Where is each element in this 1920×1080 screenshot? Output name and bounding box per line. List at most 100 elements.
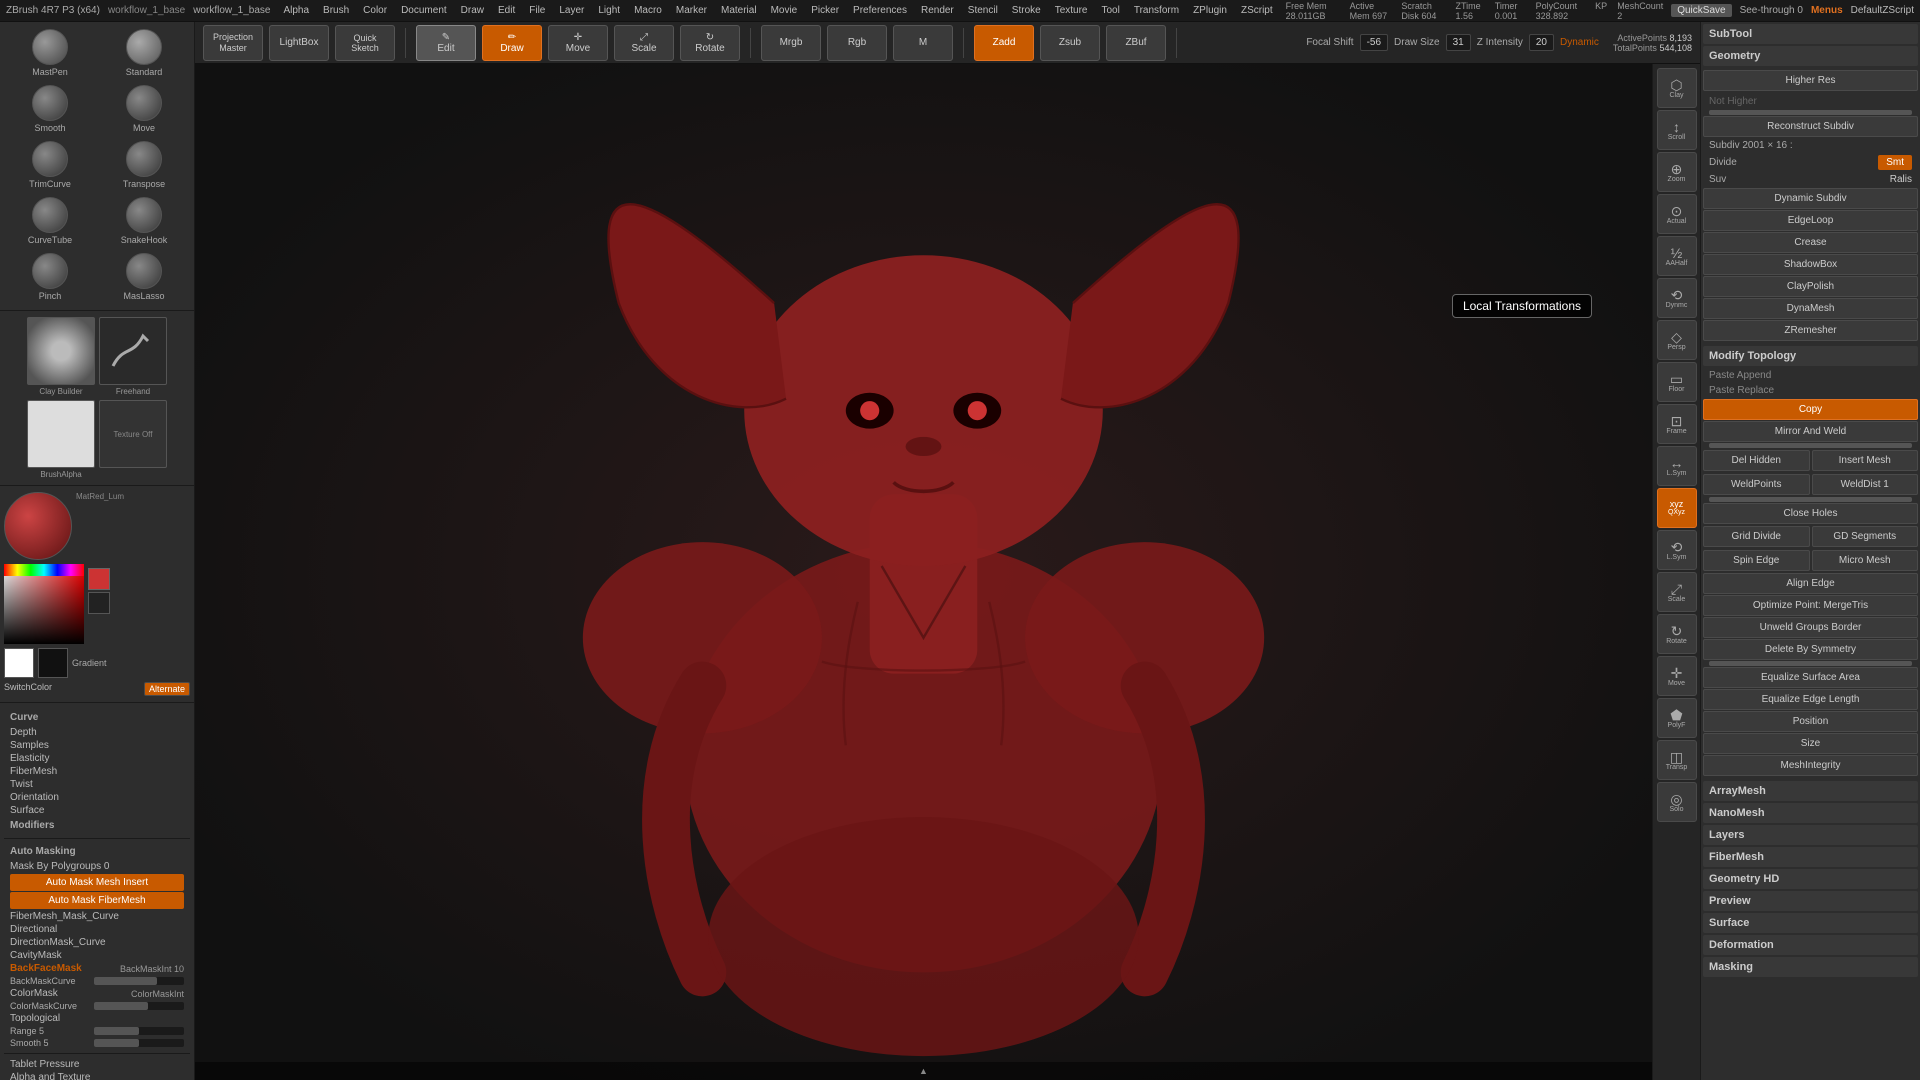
tablet-pressure-row[interactable]: Tablet Pressure (10, 1058, 184, 1071)
dynamesh-button[interactable]: DynaMesh (1703, 298, 1918, 319)
geometry-hd-section[interactable]: Geometry HD (1703, 869, 1918, 889)
weld-dist-button[interactable]: WeldDist 1 (1812, 474, 1919, 495)
menu-texture[interactable]: Texture (1050, 4, 1093, 17)
depth-row[interactable]: Depth (10, 726, 184, 739)
menu-marker[interactable]: Marker (671, 4, 712, 17)
brush-standard[interactable]: Standard (98, 26, 190, 80)
geometry-section[interactable]: Geometry (1703, 46, 1918, 66)
dynamic-label[interactable]: Dynamic (1560, 37, 1599, 48)
smooth-row[interactable]: Smooth 5 (10, 1037, 184, 1049)
menu-tool[interactable]: Tool (1097, 4, 1125, 17)
menu-document[interactable]: Document (396, 4, 452, 17)
menu-light[interactable]: Light (593, 4, 625, 17)
brush-maslasso[interactable]: MasLasso (98, 250, 190, 304)
subtool-section[interactable]: SubTool (1703, 24, 1918, 44)
lsym2-btn[interactable]: ⟲ L.Sym (1657, 530, 1697, 570)
higher-res-button[interactable]: Higher Res (1703, 70, 1918, 91)
solo-btn[interactable]: ◎ Solo (1657, 782, 1697, 822)
lsym-btn[interactable]: ↔ L.Sym (1657, 446, 1697, 486)
copy-button[interactable]: Copy (1703, 399, 1918, 420)
fibermesh-mask-curve-row[interactable]: FiberMesh_Mask_Curve (10, 910, 184, 923)
brush-trimcurve[interactable]: TrimCurve (4, 138, 96, 192)
brush-alpha-preview[interactable] (27, 400, 95, 468)
auto-mask-mesh-insert-btn[interactable]: Auto Mask Mesh Insert (10, 874, 184, 891)
menu-draw[interactable]: Draw (456, 4, 489, 17)
frame-btn[interactable]: ⊡ Frame (1657, 404, 1697, 444)
menu-edit[interactable]: Edit (493, 4, 520, 17)
clay-builder-preview[interactable] (27, 317, 95, 385)
weld-points-button[interactable]: WeldPoints (1703, 474, 1810, 495)
size-button[interactable]: Size (1703, 733, 1918, 754)
elasticity-row[interactable]: Elasticity (10, 752, 184, 765)
brush-transpose[interactable]: Transpose (98, 138, 190, 192)
optimize-button[interactable]: Optimize Point: MergeTris (1703, 595, 1918, 616)
orientation-row[interactable]: Orientation (10, 791, 184, 804)
unweld-border-button[interactable]: Unweld Groups Border (1703, 617, 1918, 638)
menu-picker[interactable]: Picker (806, 4, 844, 17)
array-mesh-section[interactable]: ArrayMesh (1703, 781, 1918, 801)
mask-by-polygroups-row[interactable]: Mask By Polygroups 0 (10, 860, 184, 873)
brush-pinch[interactable]: Pinch (4, 250, 96, 304)
focal-shift-value[interactable]: -56 (1360, 34, 1388, 51)
colormask-row[interactable]: ColorMask ColorMaskInt (10, 987, 184, 1000)
menu-zscript[interactable]: ZScript (1236, 4, 1278, 17)
weld-slider[interactable] (1709, 497, 1912, 502)
mesh-integrity-button[interactable]: MeshIntegrity (1703, 755, 1918, 776)
menu-file[interactable]: File (524, 4, 550, 17)
scroll-btn[interactable]: ↕ Scroll (1657, 110, 1697, 150)
dynamic-btn[interactable]: ⟲ Dynmc (1657, 278, 1697, 318)
twist-row[interactable]: Twist (10, 778, 184, 791)
align-edge-button[interactable]: Align Edge (1703, 573, 1918, 594)
edit-button[interactable]: ✎ Edit (416, 25, 476, 61)
projection-master-button[interactable]: Projection Master (203, 25, 263, 61)
surface-section[interactable]: Surface (1703, 913, 1918, 933)
layers-section[interactable]: Layers (1703, 825, 1918, 845)
topological-row[interactable]: Topological (10, 1012, 184, 1025)
brush-snakehook[interactable]: SnakeHook (98, 194, 190, 248)
edgeloop-button[interactable]: EdgeLoop (1703, 210, 1918, 231)
del-hidden-button[interactable]: Del Hidden (1703, 450, 1810, 471)
deformation-section[interactable]: Deformation (1703, 935, 1918, 955)
actual-btn[interactable]: ⊙ Actual (1657, 194, 1697, 234)
rgb-button[interactable]: Rgb (827, 25, 887, 61)
insert-mesh-button[interactable]: Insert Mesh (1812, 450, 1919, 471)
menu-macro[interactable]: Macro (629, 4, 667, 17)
switchcolor-label[interactable]: SwitchColor (4, 682, 140, 696)
fibermesh-section[interactable]: FiberMesh (1703, 847, 1918, 867)
smt-button[interactable]: Smt (1878, 155, 1912, 170)
symmetry-slider[interactable] (1709, 661, 1912, 666)
backfacemask-row[interactable]: BackFaceMask BackMaskInt 10 (10, 962, 184, 975)
position-button[interactable]: Position (1703, 711, 1918, 732)
scale-button[interactable]: ⤢ Scale (614, 25, 674, 61)
menu-color[interactable]: Color (358, 4, 392, 17)
alpha-and-texture-row[interactable]: Alpha and Texture (10, 1071, 184, 1080)
white-swatch[interactable] (4, 648, 34, 678)
qxyz-btn[interactable]: xyz QXyz (1657, 488, 1697, 528)
aahalf-btn[interactable]: ½ AAHalf (1657, 236, 1697, 276)
directional-row[interactable]: Directional (10, 923, 184, 936)
menu-stencil[interactable]: Stencil (963, 4, 1003, 17)
brush-curvetube[interactable]: CurveTube (4, 194, 96, 248)
masking-section[interactable]: Masking (1703, 957, 1918, 977)
claybuilder-btn[interactable]: ⬡ Clay (1657, 68, 1697, 108)
menus-label[interactable]: Menus (1811, 5, 1843, 16)
fibermesh-row[interactable]: FiberMesh (10, 765, 184, 778)
menu-render[interactable]: Render (916, 4, 959, 17)
polyf-btn[interactable]: ⬟ PolyF (1657, 698, 1697, 738)
menu-zplugin[interactable]: ZPlugin (1188, 4, 1232, 17)
quick-sketch-button[interactable]: Quick Sketch (335, 25, 395, 61)
zadd-button[interactable]: Zadd (974, 25, 1034, 61)
zsub-button[interactable]: Zsub (1040, 25, 1100, 61)
scale-side-btn[interactable]: ⤢ Scale (1657, 572, 1697, 612)
equalize-edge-button[interactable]: Equalize Edge Length (1703, 689, 1918, 710)
foreground-color-swatch[interactable] (88, 568, 110, 590)
3d-viewport[interactable]: Local Transformations ▲ (195, 64, 1652, 1080)
samples-row[interactable]: Samples (10, 739, 184, 752)
curve-row[interactable]: Curve (10, 709, 184, 726)
close-holes-button[interactable]: Close Holes (1703, 503, 1918, 524)
auto-masking-row[interactable]: Auto Masking (10, 843, 184, 860)
m-button[interactable]: M (893, 25, 953, 61)
brush-move[interactable]: Move (98, 82, 190, 136)
gd-segments-button[interactable]: GD Segments (1812, 526, 1919, 547)
move-side-btn[interactable]: ✛ Move (1657, 656, 1697, 696)
